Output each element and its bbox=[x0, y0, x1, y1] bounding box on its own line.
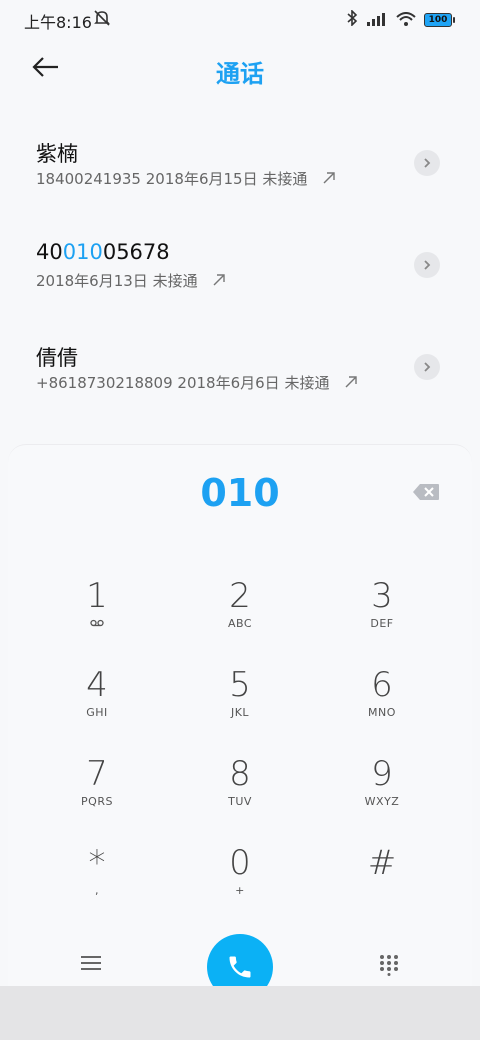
outgoing-call-icon bbox=[344, 375, 358, 393]
number-suffix: 05678 bbox=[102, 240, 170, 264]
key-letters: JKL bbox=[230, 706, 250, 719]
key-digit: 2 bbox=[229, 576, 251, 616]
dialer-action-bar bbox=[0, 930, 480, 1000]
call-details: 2018年6月13日 未接通 bbox=[36, 270, 226, 291]
outgoing-call-icon bbox=[212, 273, 226, 291]
key-8[interactable]: 8 TUV bbox=[175, 755, 305, 831]
dialpad-grid-icon bbox=[380, 955, 398, 976]
key-letters: PQRS bbox=[81, 795, 113, 808]
phone-number: 18400241935 bbox=[36, 170, 141, 188]
phone-icon bbox=[229, 956, 251, 978]
number-match-highlight: 010 bbox=[62, 240, 103, 264]
key-digit: 1 bbox=[86, 576, 108, 616]
call-details: +8618730218809 2018年6月6日 未接通 bbox=[36, 372, 358, 393]
key-4[interactable]: 4 GHI bbox=[32, 666, 162, 742]
key-5[interactable]: 5 JKL bbox=[175, 666, 305, 742]
key-letters: , bbox=[95, 884, 99, 897]
status-time: 上午8:16 bbox=[24, 13, 92, 32]
key-digit: 7 bbox=[86, 754, 108, 794]
call-status: 未接通 bbox=[284, 374, 330, 392]
page-title: 通话 bbox=[216, 60, 264, 88]
key-6[interactable]: 6 MNO bbox=[317, 666, 447, 742]
key-letters: GHI bbox=[86, 706, 108, 719]
signal-icon bbox=[366, 11, 388, 30]
status-bar: 上午8:16 100 bbox=[0, 0, 480, 40]
dialpad: 010 1 2 ABC 3 DEF 4 GHI 5 JKL 6 MNO 7 PQ… bbox=[8, 444, 472, 1005]
chevron-right-icon bbox=[424, 260, 431, 270]
chevron-right-icon bbox=[424, 158, 431, 168]
call-item[interactable]: 倩倩 +8618730218809 2018年6月6日 未接通 bbox=[0, 324, 480, 426]
vibrate-off-icon bbox=[93, 9, 111, 31]
key-digit: # bbox=[367, 843, 397, 883]
status-icons: 100 bbox=[346, 9, 455, 30]
call-detail-button[interactable] bbox=[414, 252, 440, 278]
key-1[interactable]: 1 bbox=[32, 577, 162, 653]
key-digit: 4 bbox=[86, 665, 108, 705]
key-2[interactable]: 2 ABC bbox=[175, 577, 305, 653]
backspace-icon bbox=[413, 484, 439, 500]
call-details: 18400241935 2018年6月15日 未接通 bbox=[36, 168, 336, 189]
key-9[interactable]: 9 WXYZ bbox=[317, 755, 447, 831]
key-digit: 6 bbox=[371, 665, 393, 705]
backspace-button[interactable] bbox=[412, 483, 440, 501]
key-letters: ABC bbox=[227, 617, 253, 630]
key-letters: + bbox=[235, 884, 245, 897]
key-3[interactable]: 3 DEF bbox=[317, 577, 447, 653]
number-prefix: 40 bbox=[36, 240, 63, 264]
call-detail-button[interactable] bbox=[414, 150, 440, 176]
key-digit: 3 bbox=[371, 576, 393, 616]
key-hash[interactable]: # bbox=[317, 844, 447, 920]
call-status: 未接通 bbox=[152, 272, 198, 290]
system-nav-bar bbox=[0, 986, 480, 1040]
phone-number: +8618730218809 bbox=[36, 374, 173, 392]
key-7[interactable]: 7 PQRS bbox=[32, 755, 162, 831]
chevron-right-icon bbox=[424, 362, 431, 372]
key-letters: TUV bbox=[228, 795, 252, 808]
voicemail-icon bbox=[32, 617, 162, 630]
dialed-number: 010 bbox=[200, 471, 280, 515]
key-digit: 0 bbox=[229, 843, 251, 883]
key-digit: 8 bbox=[229, 754, 251, 794]
call-status: 未接通 bbox=[262, 170, 308, 188]
key-letters: DEF bbox=[370, 617, 394, 630]
outgoing-call-icon bbox=[322, 171, 336, 189]
call-date: 2018年6月13日 bbox=[36, 272, 148, 290]
key-letters: MNO bbox=[368, 706, 396, 719]
contact-name: 紫楠 bbox=[36, 142, 78, 166]
app-header: 通话 bbox=[0, 40, 480, 96]
key-digit: * bbox=[88, 843, 106, 883]
call-item[interactable]: 紫楠 18400241935 2018年6月15日 未接通 bbox=[0, 120, 480, 222]
key-star[interactable]: * , bbox=[32, 844, 162, 920]
call-date: 2018年6月15日 bbox=[145, 170, 258, 188]
matched-number: 4001005678 bbox=[36, 240, 170, 264]
call-detail-button[interactable] bbox=[414, 354, 440, 380]
menu-icon bbox=[81, 956, 101, 970]
call-item[interactable]: 4001005678 2018年6月13日 未接通 bbox=[0, 222, 480, 324]
call-list: 紫楠 18400241935 2018年6月15日 未接通 4001005678… bbox=[0, 120, 480, 426]
battery-icon: 100 bbox=[424, 13, 455, 27]
menu-button[interactable] bbox=[80, 954, 102, 972]
key-digit: 5 bbox=[229, 665, 251, 705]
dialpad-toggle-button[interactable] bbox=[378, 954, 400, 976]
key-digit: 9 bbox=[371, 754, 393, 794]
call-date: 2018年6月6日 bbox=[177, 374, 280, 392]
key-letters: WXYZ bbox=[364, 795, 400, 808]
key-0[interactable]: 0 + bbox=[175, 844, 305, 920]
contact-name: 倩倩 bbox=[36, 346, 78, 370]
bluetooth-icon bbox=[346, 9, 358, 30]
wifi-icon bbox=[396, 11, 416, 30]
